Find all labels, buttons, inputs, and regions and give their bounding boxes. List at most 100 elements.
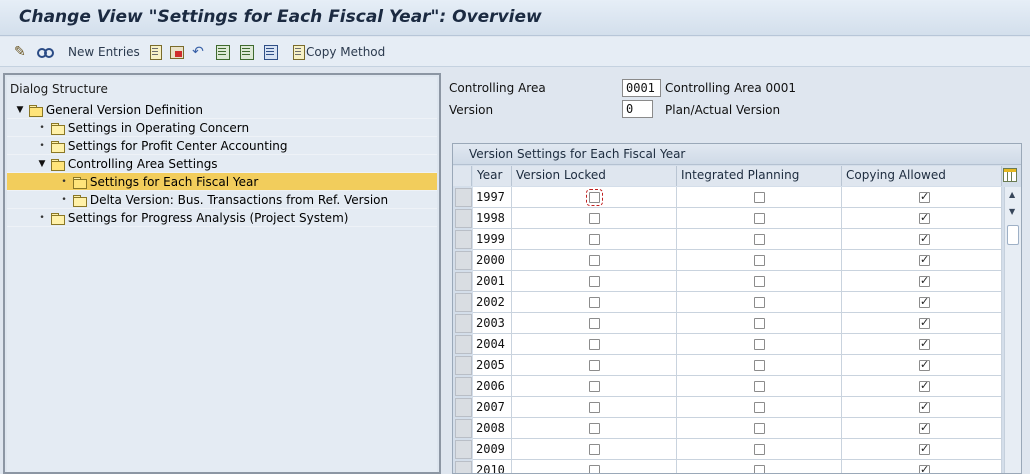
copying-allowed-checkbox[interactable] bbox=[919, 421, 930, 434]
row-selector[interactable] bbox=[455, 293, 472, 312]
display-change-button[interactable]: ✎ bbox=[14, 44, 30, 60]
tree-item-settings-operating-concern[interactable]: • Settings in Operating Concern bbox=[7, 119, 437, 137]
column-header-year[interactable]: Year bbox=[473, 166, 512, 186]
copying-allowed-checkbox[interactable] bbox=[919, 190, 930, 203]
row-selector[interactable] bbox=[455, 377, 472, 396]
column-header-copying-allowed[interactable]: Copying Allowed bbox=[842, 166, 1002, 186]
copying-cell bbox=[842, 334, 1002, 355]
delete-button[interactable] bbox=[168, 44, 184, 60]
row-selector[interactable] bbox=[455, 440, 472, 459]
undo-change-button[interactable]: ↶ bbox=[190, 44, 206, 60]
expand-triangle-icon[interactable]: ▼ bbox=[37, 159, 47, 169]
row-selector[interactable] bbox=[455, 461, 472, 473]
version-locked-checkbox[interactable] bbox=[589, 402, 600, 413]
copy-method-button[interactable]: Copy Method bbox=[290, 44, 385, 60]
copying-cell bbox=[842, 355, 1002, 376]
tree-item-delta-version[interactable]: • Delta Version: Bus. Transactions from … bbox=[7, 191, 437, 209]
version-locked-checkbox[interactable] bbox=[589, 444, 600, 455]
version-locked-checkbox[interactable] bbox=[589, 213, 600, 224]
version-field[interactable]: 0 bbox=[622, 100, 653, 118]
integrated-planning-checkbox[interactable] bbox=[754, 297, 765, 308]
row-selector[interactable] bbox=[455, 398, 472, 417]
select-block-button[interactable] bbox=[238, 44, 254, 60]
integrated-planning-checkbox[interactable] bbox=[754, 192, 765, 203]
version-locked-checkbox[interactable] bbox=[589, 234, 600, 245]
integrated-planning-checkbox[interactable] bbox=[754, 255, 765, 266]
locked-cell bbox=[512, 397, 677, 418]
row-selector[interactable] bbox=[455, 419, 472, 438]
column-header-integrated-planning[interactable]: Integrated Planning bbox=[677, 166, 842, 186]
select-all-rows-button[interactable] bbox=[453, 166, 472, 186]
version-locked-checkbox[interactable] bbox=[589, 276, 600, 287]
tree-item-general-version-definition[interactable]: ▼ General Version Definition bbox=[7, 101, 437, 119]
row-selector[interactable] bbox=[455, 230, 472, 249]
row-selector[interactable] bbox=[455, 314, 472, 333]
table-row: 2008 bbox=[453, 418, 1002, 439]
integrated-planning-checkbox[interactable] bbox=[754, 318, 765, 329]
copy-as-button[interactable] bbox=[147, 44, 163, 60]
tree-item-settings-each-fiscal-year[interactable]: • Settings for Each Fiscal Year bbox=[7, 173, 437, 191]
version-locked-checkbox[interactable] bbox=[589, 465, 600, 473]
row-selector[interactable] bbox=[455, 335, 472, 354]
tree-item-label: General Version Definition bbox=[45, 102, 203, 117]
version-locked-checkbox[interactable] bbox=[589, 255, 600, 266]
version-locked-checkbox[interactable] bbox=[589, 423, 600, 434]
integrated-planning-checkbox[interactable] bbox=[754, 423, 765, 434]
copying-allowed-checkbox[interactable] bbox=[919, 400, 930, 413]
scroll-up-icon[interactable]: ▲ bbox=[1009, 190, 1015, 199]
integrated-planning-checkbox[interactable] bbox=[754, 213, 765, 224]
integrated-planning-checkbox[interactable] bbox=[754, 234, 765, 245]
integrated-planning-checkbox[interactable] bbox=[754, 402, 765, 413]
display-button[interactable] bbox=[36, 44, 54, 60]
scroll-thumb[interactable] bbox=[1007, 225, 1019, 245]
copying-allowed-checkbox[interactable] bbox=[919, 295, 930, 308]
copying-allowed-checkbox[interactable] bbox=[919, 379, 930, 392]
version-locked-checkbox[interactable] bbox=[589, 381, 600, 392]
table-title: Version Settings for Each Fiscal Year bbox=[453, 144, 1021, 165]
delete-icon bbox=[168, 44, 184, 60]
copying-cell bbox=[842, 418, 1002, 439]
integrated-planning-checkbox[interactable] bbox=[754, 276, 765, 287]
tree-item-settings-profit-center[interactable]: • Settings for Profit Center Accounting bbox=[7, 137, 437, 155]
integrated-planning-checkbox[interactable] bbox=[754, 339, 765, 350]
copying-allowed-checkbox[interactable] bbox=[919, 358, 930, 371]
copying-allowed-checkbox[interactable] bbox=[919, 253, 930, 266]
copying-allowed-checkbox[interactable] bbox=[919, 463, 930, 473]
table-row: 2010 bbox=[453, 460, 1002, 473]
copying-allowed-checkbox[interactable] bbox=[919, 442, 930, 455]
select-all-button[interactable] bbox=[214, 44, 230, 60]
version-locked-checkbox[interactable] bbox=[589, 339, 600, 350]
copying-allowed-checkbox[interactable] bbox=[919, 274, 930, 287]
integrated-planning-checkbox[interactable] bbox=[754, 360, 765, 371]
year-cell: 2000 bbox=[473, 250, 512, 271]
copying-allowed-checkbox[interactable] bbox=[919, 232, 930, 245]
tree-item-label: Settings in Operating Concern bbox=[67, 120, 250, 135]
version-locked-checkbox[interactable] bbox=[589, 360, 600, 371]
row-selector[interactable] bbox=[455, 209, 472, 228]
row-selector[interactable] bbox=[455, 272, 472, 291]
row-selector[interactable] bbox=[455, 356, 472, 375]
integrated-planning-checkbox[interactable] bbox=[754, 444, 765, 455]
version-locked-checkbox[interactable] bbox=[589, 297, 600, 308]
copying-allowed-checkbox[interactable] bbox=[919, 316, 930, 329]
row-selector[interactable] bbox=[455, 251, 472, 270]
column-header-version-locked[interactable]: Version Locked bbox=[512, 166, 677, 186]
new-entries-button[interactable]: New Entries bbox=[68, 44, 140, 60]
tree-item-progress-analysis[interactable]: • Settings for Progress Analysis (Projec… bbox=[7, 209, 437, 227]
table-settings-icon[interactable] bbox=[1003, 168, 1017, 182]
tree-item-controlling-area-settings[interactable]: ▼ Controlling Area Settings bbox=[7, 155, 437, 173]
bullet-icon: • bbox=[61, 176, 67, 187]
controlling-area-field[interactable]: 0001 bbox=[622, 79, 661, 97]
year-cell: 2008 bbox=[473, 418, 512, 439]
scroll-down-icon[interactable]: ▼ bbox=[1009, 207, 1015, 216]
version-locked-checkbox[interactable] bbox=[586, 189, 603, 206]
vertical-scrollbar[interactable]: ▲ ▼ bbox=[1004, 187, 1021, 473]
deselect-all-button[interactable] bbox=[262, 44, 278, 60]
copying-allowed-checkbox[interactable] bbox=[919, 211, 930, 224]
copying-allowed-checkbox[interactable] bbox=[919, 337, 930, 350]
version-locked-checkbox[interactable] bbox=[589, 318, 600, 329]
integrated-planning-checkbox[interactable] bbox=[754, 381, 765, 392]
integrated-planning-checkbox[interactable] bbox=[754, 465, 765, 473]
row-selector[interactable] bbox=[455, 188, 472, 207]
expand-triangle-icon[interactable]: ▼ bbox=[15, 105, 25, 115]
